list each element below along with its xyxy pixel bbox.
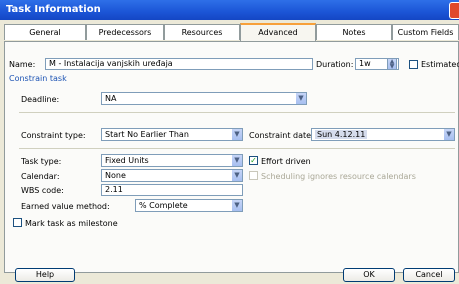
earned-value-value: % Complete <box>139 201 188 210</box>
tab-strip: General Predecessors Resources Advanced … <box>4 23 459 41</box>
constraint-type-combo[interactable]: Start No Earlier Than ▼ <box>101 128 243 141</box>
tab-general[interactable]: General <box>4 24 86 40</box>
calendar-label: Calendar: <box>21 172 60 181</box>
duration-spinner[interactable]: ▲ ▼ <box>387 58 397 70</box>
chevron-down-icon[interactable]: ▼ <box>231 129 242 140</box>
task-type-value: Fixed Units <box>105 156 149 165</box>
constraint-date-value: Sun 4.12.11 <box>315 130 368 139</box>
wbs-code-label: WBS code: <box>21 186 64 195</box>
constraint-type-label: Constraint type: <box>21 131 86 140</box>
chevron-down-icon[interactable]: ▼ <box>295 93 306 104</box>
task-type-combo[interactable]: Fixed Units ▼ <box>101 154 243 167</box>
deadline-label: Deadline: <box>21 95 60 104</box>
deadline-value: NA <box>105 94 117 103</box>
wbs-code-input[interactable]: 2.11 <box>101 184 243 196</box>
calendar-value: None <box>105 171 126 180</box>
advanced-panel: Name: M - Instalacija vanjskih uređaja D… <box>4 41 459 282</box>
effort-driven-checkbox[interactable]: ✓ <box>249 156 258 165</box>
tab-predecessors[interactable]: Predecessors <box>86 24 164 40</box>
divider <box>19 112 455 113</box>
window-title: Task Information <box>6 4 101 15</box>
divider <box>19 148 455 149</box>
scheduling-ignores-label: Scheduling ignores resource calendars <box>261 172 416 181</box>
scheduling-ignores-checkbox <box>249 171 258 180</box>
tab-advanced[interactable]: Advanced <box>240 23 316 41</box>
constraint-date-label: Constraint date: <box>249 131 314 140</box>
help-button[interactable]: Help <box>15 268 75 282</box>
estimated-label: Estimated <box>421 60 459 69</box>
name-input[interactable]: M - Instalacija vanjskih uređaja <box>45 58 313 70</box>
milestone-checkbox[interactable] <box>13 218 22 227</box>
chevron-down-icon[interactable]: ▼ <box>231 200 242 211</box>
chevron-down-icon[interactable]: ▼ <box>443 129 454 140</box>
deadline-combo[interactable]: NA ▼ <box>101 92 307 105</box>
task-type-label: Task type: <box>21 157 62 166</box>
constraint-type-value: Start No Earlier Than <box>105 130 189 139</box>
cancel-button[interactable]: Cancel <box>403 268 455 282</box>
name-label: Name: <box>9 60 36 69</box>
earned-value-combo[interactable]: % Complete ▼ <box>135 199 243 212</box>
title-bar: Task Information <box>0 0 459 20</box>
close-button[interactable] <box>449 2 459 19</box>
tab-custom-fields[interactable]: Custom Fields <box>392 24 459 40</box>
chevron-down-icon[interactable]: ▼ <box>231 170 242 181</box>
milestone-label: Mark task as milestone <box>25 219 118 228</box>
ok-button[interactable]: OK <box>343 268 395 282</box>
constraint-date-combo[interactable]: Sun 4.12.11 ▼ <box>311 128 455 141</box>
calendar-combo[interactable]: None ▼ <box>101 169 243 182</box>
tab-resources[interactable]: Resources <box>164 24 240 40</box>
duration-label: Duration: <box>316 60 354 69</box>
constrain-task-section: Constrain task <box>9 74 67 83</box>
tab-notes[interactable]: Notes <box>316 24 392 40</box>
effort-driven-label: Effort driven <box>261 157 311 166</box>
chevron-down-icon[interactable]: ▼ <box>231 155 242 166</box>
earned-value-label: Earned value method: <box>21 202 110 211</box>
estimated-checkbox[interactable] <box>409 60 418 69</box>
